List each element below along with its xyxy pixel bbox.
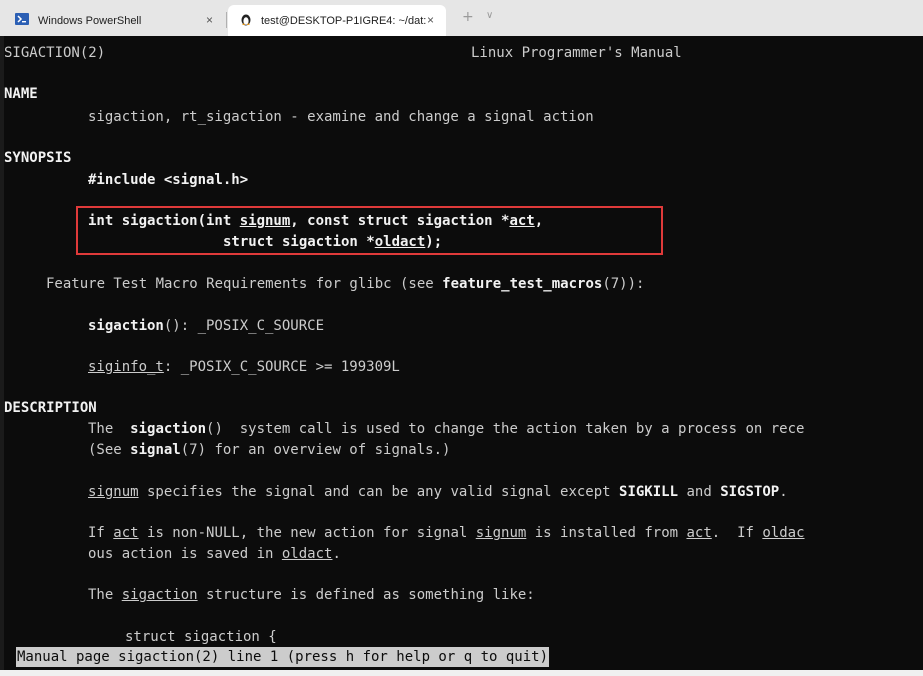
- tab-separator: [226, 12, 227, 28]
- section-name-heading: NAME: [4, 86, 38, 102]
- include-line: #include <signal.h>: [88, 172, 249, 188]
- description-line-1: The sigaction() system call is used to c…: [88, 421, 805, 437]
- man-header: SIGACTION(2) Linux Programmer's Manual: [4, 43, 682, 63]
- tab-windows-powershell[interactable]: Windows PowerShell ×: [5, 5, 225, 36]
- tab-label: Windows PowerShell: [38, 14, 142, 27]
- highlight-box: [76, 206, 663, 255]
- description-line-4: If act is non-NULL, the new action for s…: [88, 525, 805, 541]
- name-text: sigaction, rt_sigaction - examine and ch…: [88, 109, 594, 125]
- close-icon[interactable]: ×: [206, 13, 213, 27]
- feature-test-line: Feature Test Macro Requirements for glib…: [46, 276, 645, 292]
- terminal-pane[interactable]: SIGACTION(2) Linux Programmer's Manual NA…: [0, 36, 923, 670]
- description-line-2: (See signal(7) for an overview of signal…: [88, 442, 451, 458]
- window-left-edge: [0, 36, 4, 670]
- ftm-siginfo-line: siginfo_t: _POSIX_C_SOURCE >= 199309L: [88, 359, 400, 375]
- pager-status-bar: Manual page sigaction(2) line 1 (press h…: [16, 647, 550, 667]
- powershell-icon: [15, 13, 29, 28]
- section-description-heading: DESCRIPTION: [4, 400, 97, 416]
- new-tab-button[interactable]: +: [462, 9, 474, 25]
- linux-penguin-icon: [240, 12, 252, 29]
- man-header-left: SIGACTION(2): [4, 45, 106, 61]
- description-line-3: signum specifies the signal and can be a…: [88, 484, 788, 500]
- ftm-sigaction-line: sigaction(): _POSIX_C_SOURCE: [88, 318, 325, 334]
- description-line-5: ous action is saved in oldact.: [88, 546, 341, 562]
- man-header-center: Linux Programmer's Manual: [471, 45, 682, 61]
- description-line-6: The sigaction structure is defined as so…: [88, 587, 535, 603]
- close-icon[interactable]: ×: [427, 13, 434, 27]
- chevron-down-icon[interactable]: ∨: [486, 10, 493, 21]
- window-bottom-edge: [0, 670, 923, 676]
- struct-line: struct sigaction {: [125, 629, 277, 645]
- section-synopsis-heading: SYNOPSIS: [4, 150, 72, 166]
- tab-bar: Windows PowerShell × test@DESKTOP-P1IGRE…: [0, 0, 923, 36]
- tab-ubuntu[interactable]: test@DESKTOP-P1IGRE4: ~/dat: ×: [228, 5, 446, 36]
- tab-label: test@DESKTOP-P1IGRE4: ~/dat:: [261, 14, 427, 27]
